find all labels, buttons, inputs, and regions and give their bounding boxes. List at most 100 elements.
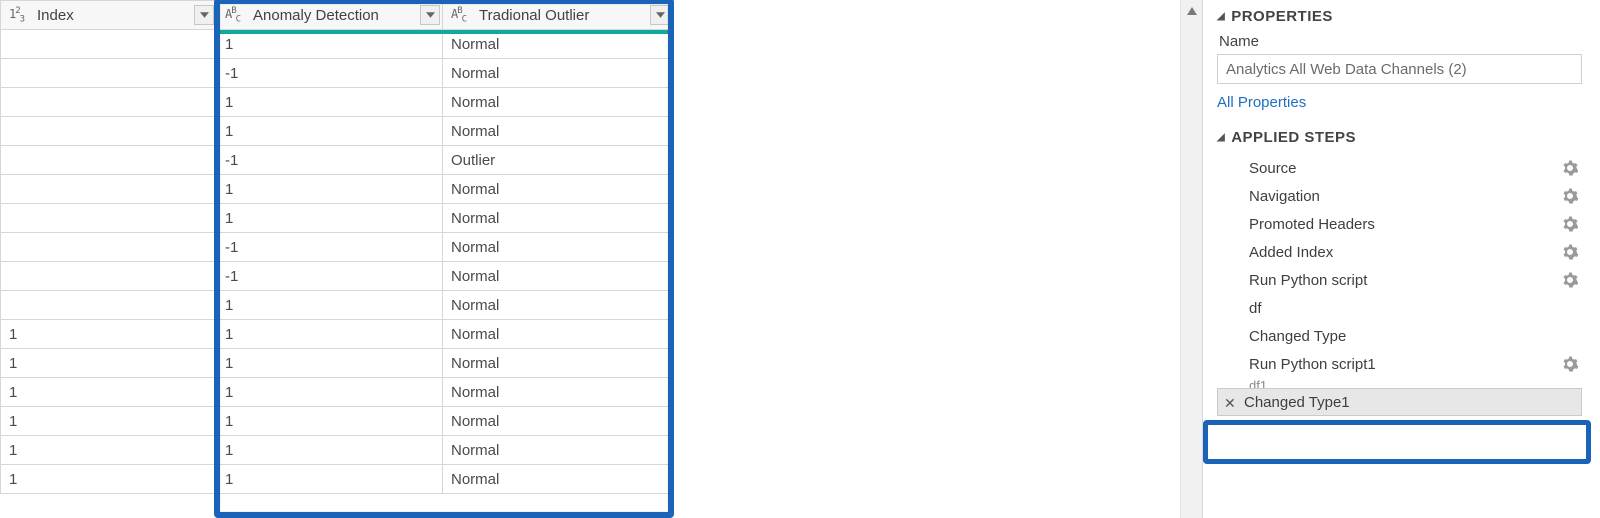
step-label: Promoted Headers: [1249, 216, 1375, 233]
cell-anomaly[interactable]: -1: [217, 59, 443, 88]
delete-step-icon[interactable]: ✕: [1224, 395, 1236, 412]
filter-dropdown-button[interactable]: [420, 5, 440, 25]
cell-outlier[interactable]: Normal: [443, 233, 673, 262]
cell-index[interactable]: [1, 175, 217, 204]
cell-index[interactable]: [1, 30, 217, 59]
column-header-anomaly[interactable]: ABC Anomaly Detection: [217, 1, 443, 30]
gear-icon[interactable]: [1562, 272, 1578, 288]
cell-outlier[interactable]: Normal: [443, 320, 673, 349]
cell-outlier[interactable]: Normal: [443, 204, 673, 233]
cell-anomaly[interactable]: 1: [217, 436, 443, 465]
cell-index[interactable]: [1, 233, 217, 262]
column-quality-bar: [220, 30, 668, 34]
cell-outlier[interactable]: Outlier: [443, 146, 673, 175]
collapse-icon: ◢: [1217, 132, 1225, 143]
cell-index[interactable]: [1, 204, 217, 233]
step-label: Changed Type: [1249, 328, 1346, 345]
cell-anomaly[interactable]: 1: [217, 349, 443, 378]
cell-anomaly[interactable]: -1: [217, 233, 443, 262]
cell-anomaly[interactable]: 1: [217, 204, 443, 233]
table-row[interactable]: -1Normal: [1, 233, 673, 262]
table-row[interactable]: -1Normal: [1, 262, 673, 291]
gear-icon[interactable]: [1562, 244, 1578, 260]
cell-anomaly[interactable]: 1: [217, 465, 443, 494]
cell-index[interactable]: [1, 146, 217, 175]
table-row[interactable]: 1Normal: [1, 204, 673, 233]
vertical-scrollbar[interactable]: [1180, 0, 1202, 518]
all-properties-link[interactable]: All Properties: [1217, 94, 1306, 111]
cell-index[interactable]: [1, 262, 217, 291]
table-header-row: 123 Index ABC Anomaly Detection: [1, 1, 673, 30]
table-row[interactable]: 1Normal: [1, 117, 673, 146]
filter-dropdown-button[interactable]: [194, 5, 214, 25]
cell-index[interactable]: [1, 291, 217, 320]
step-item[interactable]: Navigation: [1217, 182, 1582, 210]
table-row[interactable]: 11Normal: [1, 436, 673, 465]
step-item-selected[interactable]: ✕ Changed Type1: [1217, 388, 1582, 416]
step-item[interactable]: Run Python script1: [1217, 350, 1582, 378]
table-row[interactable]: 11Normal: [1, 407, 673, 436]
table-row[interactable]: -1Outlier: [1, 146, 673, 175]
table-row[interactable]: 11Normal: [1, 465, 673, 494]
cell-outlier[interactable]: Normal: [443, 436, 673, 465]
cell-anomaly[interactable]: -1: [217, 146, 443, 175]
cell-anomaly[interactable]: 1: [217, 88, 443, 117]
cell-index[interactable]: 1: [1, 320, 217, 349]
step-label: Added Index: [1249, 244, 1333, 261]
step-item[interactable]: df: [1217, 294, 1582, 322]
cell-anomaly[interactable]: -1: [217, 262, 443, 291]
cell-outlier[interactable]: Normal: [443, 291, 673, 320]
table-row[interactable]: 11Normal: [1, 320, 673, 349]
cell-outlier[interactable]: Normal: [443, 88, 673, 117]
cell-index[interactable]: 1: [1, 465, 217, 494]
table-row[interactable]: 11Normal: [1, 349, 673, 378]
cell-outlier[interactable]: Normal: [443, 175, 673, 204]
cell-index[interactable]: 1: [1, 436, 217, 465]
cell-index[interactable]: 1: [1, 378, 217, 407]
cell-outlier[interactable]: Normal: [443, 349, 673, 378]
cell-outlier[interactable]: Normal: [443, 407, 673, 436]
table-row[interactable]: 11Normal: [1, 378, 673, 407]
gear-icon[interactable]: [1562, 216, 1578, 232]
filter-dropdown-button[interactable]: [650, 5, 670, 25]
column-label: Anomaly Detection: [253, 7, 379, 24]
cell-index[interactable]: [1, 88, 217, 117]
table-row[interactable]: 1Normal: [1, 175, 673, 204]
cell-anomaly[interactable]: 1: [217, 175, 443, 204]
properties-header[interactable]: ◢ PROPERTIES: [1217, 8, 1582, 25]
cell-anomaly[interactable]: 1: [217, 117, 443, 146]
cell-anomaly[interactable]: 1: [217, 320, 443, 349]
table-row[interactable]: 1Normal: [1, 291, 673, 320]
column-header-index[interactable]: 123 Index: [1, 1, 217, 30]
applied-steps-section: ◢ APPLIED STEPS SourceNavigation Promoted…: [1217, 129, 1582, 416]
cell-anomaly[interactable]: 1: [217, 407, 443, 436]
step-item[interactable]: Added Index: [1217, 238, 1582, 266]
step-item-partial[interactable]: df1: [1217, 378, 1582, 388]
step-item[interactable]: Source: [1217, 154, 1582, 182]
number-type-icon: 123: [9, 6, 31, 24]
cell-index[interactable]: 1: [1, 407, 217, 436]
gear-icon[interactable]: [1562, 356, 1578, 372]
query-name-input[interactable]: [1217, 54, 1582, 84]
gear-icon[interactable]: [1562, 188, 1578, 204]
table-row[interactable]: -1Normal: [1, 59, 673, 88]
scroll-up-arrow-icon[interactable]: [1185, 4, 1199, 18]
cell-anomaly[interactable]: 1: [217, 378, 443, 407]
column-header-outlier[interactable]: ABC Tradional Outlier: [443, 1, 673, 30]
step-label: Run Python script1: [1249, 356, 1376, 373]
step-item[interactable]: Changed Type: [1217, 322, 1582, 350]
step-item[interactable]: Run Python script: [1217, 266, 1582, 294]
table-row[interactable]: 1Normal: [1, 88, 673, 117]
cell-index[interactable]: [1, 59, 217, 88]
cell-outlier[interactable]: Normal: [443, 378, 673, 407]
applied-steps-header[interactable]: ◢ APPLIED STEPS: [1217, 129, 1582, 146]
cell-outlier[interactable]: Normal: [443, 465, 673, 494]
step-item[interactable]: Promoted Headers: [1217, 210, 1582, 238]
cell-index[interactable]: [1, 117, 217, 146]
gear-icon[interactable]: [1562, 160, 1578, 176]
cell-outlier[interactable]: Normal: [443, 117, 673, 146]
cell-outlier[interactable]: Normal: [443, 59, 673, 88]
cell-index[interactable]: 1: [1, 349, 217, 378]
cell-anomaly[interactable]: 1: [217, 291, 443, 320]
cell-outlier[interactable]: Normal: [443, 262, 673, 291]
